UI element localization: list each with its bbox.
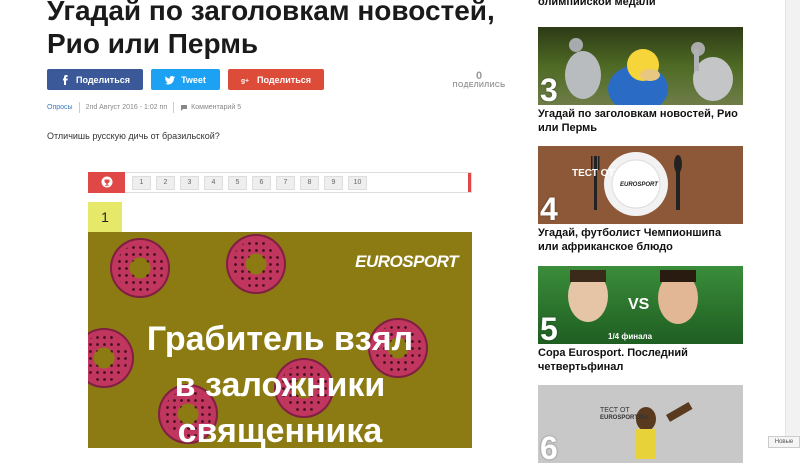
trophy-icon [101, 176, 112, 188]
quiz-progress-end [468, 173, 471, 192]
question-image-text: Грабитель взял в заложники священника [88, 316, 472, 448]
sidebar-card[interactable]: ТЕСТ ОТ EUROSPORT 4 Угадай, футболист Че… [538, 146, 743, 254]
card-image-subtext: 1/4 финала [608, 332, 653, 341]
article-title: Угадай по заголовкам новостей, Рио или П… [47, 0, 495, 59]
card-image: ТЕСТ ОТ EUROSPORT 4 [538, 146, 743, 224]
google-plus-icon: g+ [241, 77, 249, 84]
twitter-icon [165, 75, 176, 84]
article-column: Угадай по заголовкам новостей, Рио или П… [0, 0, 520, 448]
page-scrollbar[interactable] [785, 0, 800, 448]
question-number: 1 [88, 202, 122, 232]
article-meta: Опросы 2nd Август 2016 - 1:02 пп Коммент… [47, 102, 241, 113]
quiz-home-button[interactable] [88, 171, 125, 193]
question-image-line: священника [177, 412, 383, 448]
card-rank: 6 [540, 430, 558, 463]
quiz-page-button[interactable]: 3 [180, 175, 199, 190]
question-image-line: в заложники [174, 366, 386, 404]
share-twitter-label: Tweet [181, 74, 206, 85]
card-caption: Угадай по заголовкам новостей, Рио или П… [538, 108, 738, 134]
new-items-button[interactable]: Новые [768, 436, 800, 448]
quiz-page-button[interactable]: 4 [204, 175, 223, 190]
card-image-logo: EUROSPORT [620, 182, 658, 188]
donut-decoration [110, 238, 170, 298]
sidebar-card[interactable]: ТЕСТ ОТ EUROSPORT.RU 6 [538, 385, 743, 463]
quiz-page-button[interactable]: 9 [324, 175, 343, 190]
meta-divider [173, 102, 175, 113]
svg-text:g+: g+ [241, 77, 249, 84]
article-lead: Отличишь русскую дичь от бразильской? [47, 131, 220, 141]
quiz-pagination: 1 2 3 4 5 6 7 8 9 10 [88, 171, 472, 193]
share-google-label: Поделиться [256, 74, 311, 85]
publish-date: 2nd Август 2016 - 1:02 пп [85, 104, 168, 111]
facebook-icon [62, 74, 68, 85]
runner-illustration [636, 402, 693, 459]
card-caption: Угадай, футболист Чемпионшипа или африка… [538, 227, 722, 253]
share-google-button[interactable]: g+ Поделиться [228, 69, 324, 90]
card-image: 3 [538, 27, 743, 105]
card-image: ТЕСТ ОТ EUROSPORT.RU 6 [538, 385, 743, 463]
card-image-text: ТЕСТ ОТ [572, 168, 615, 179]
share-facebook-label: Поделиться [75, 74, 130, 85]
comments-link[interactable]: Комментарий 5 [191, 104, 241, 111]
sidebar-prev-caption[interactable]: олимпийской медали [538, 0, 656, 8]
quiz-page-button[interactable]: 8 [300, 175, 319, 190]
donut-decoration [226, 234, 286, 294]
card-image-vs: VS [628, 296, 650, 313]
quiz-page-button[interactable]: 1 [132, 175, 151, 190]
question-image-line: Грабитель взял [146, 320, 414, 358]
quiz-page-button[interactable]: 10 [348, 175, 367, 190]
quiz-page-list: 1 2 3 4 5 6 7 8 9 10 [132, 175, 367, 190]
card-rank: 5 [540, 311, 558, 344]
share-count-value: 0 [475, 70, 483, 82]
meta-divider [78, 102, 80, 113]
card-rank: 4 [540, 191, 558, 224]
card-caption: Copa Eurosport. Последний четвертьфинал [538, 347, 688, 373]
card-image-text: ТЕСТ ОТ [600, 407, 630, 414]
card-image: VS 1/4 финала 5 [538, 266, 743, 344]
share-twitter-button[interactable]: Tweet [151, 69, 220, 90]
quiz-page-button[interactable]: 2 [156, 175, 175, 190]
sidebar: олимпийской медали 3 Угадай по заголовка… [538, 0, 743, 463]
share-counter: 0 ПОДЕЛИЛИСЬ [446, 70, 512, 90]
quiz-page-button[interactable]: 7 [276, 175, 295, 190]
card-rank: 3 [540, 72, 558, 105]
quiz-page-button[interactable]: 6 [252, 175, 271, 190]
card-image-logo: EUROSPORT.RU [600, 415, 648, 421]
sidebar-card[interactable]: VS 1/4 финала 5 Copa Eurosport. Последни… [538, 266, 743, 374]
sidebar-card[interactable]: 3 Угадай по заголовкам новостей, Рио или… [538, 27, 743, 135]
comment-icon [181, 104, 188, 111]
eurosport-logo: EUROSPORT [355, 252, 458, 271]
question-image: EUROSPORT Грабитель взял в заложники свя… [88, 232, 472, 448]
share-count-label: ПОДЕЛИЛИСЬ [452, 82, 506, 89]
quiz-page-button[interactable]: 5 [228, 175, 247, 190]
category-link[interactable]: Опросы [47, 104, 73, 111]
geese-illustration [565, 38, 733, 105]
share-facebook-button[interactable]: Поделиться [47, 69, 143, 90]
